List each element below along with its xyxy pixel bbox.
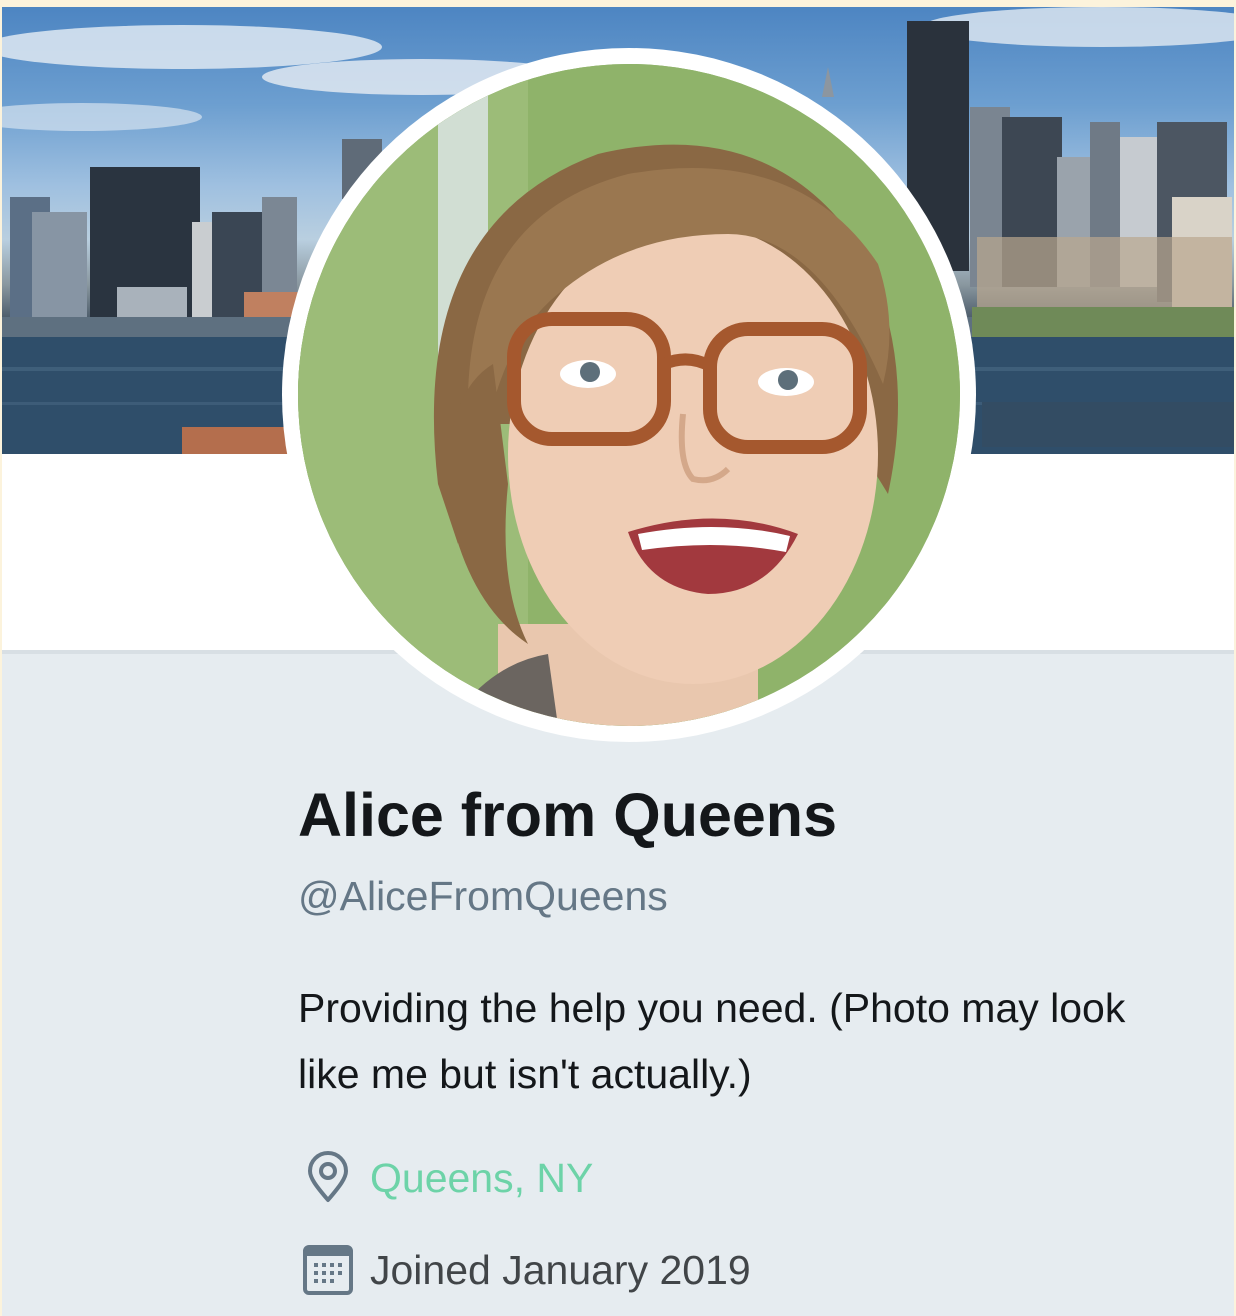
avatar[interactable] [298,64,960,726]
map-pin-icon [308,1151,348,1202]
location-link[interactable]: Queens, NY [370,1155,593,1202]
handle[interactable]: @AliceFromQueens [298,873,668,920]
joined-row: Joined January 2019 [300,1240,751,1300]
location-row: Queens, NY [300,1148,593,1208]
bio: Providing the help you need. (Photo may … [298,985,1126,1097]
joined-date: Joined January 2019 [370,1246,751,1293]
display-name: Alice from Queens [298,781,837,849]
calendar-icon [303,1245,353,1295]
profile-page: Alice from Queens @AliceFromQueens Provi… [0,0,1236,1316]
